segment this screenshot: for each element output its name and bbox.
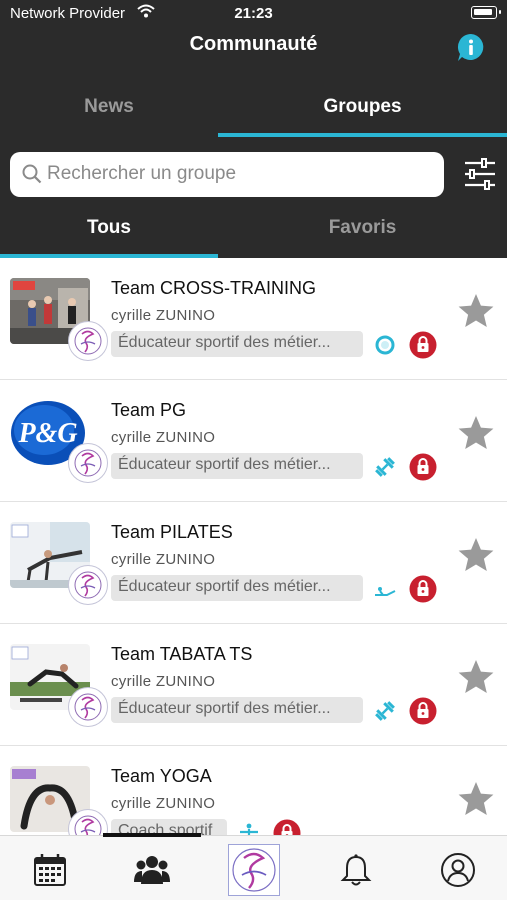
search-input[interactable]: Rechercher un groupe — [10, 152, 444, 197]
lock-icon — [409, 697, 437, 725]
group-row[interactable]: Team CROSS-TRAINING cyrille ZUNINO Éduca… — [0, 258, 507, 380]
search-icon — [22, 164, 42, 190]
lock-icon — [409, 453, 437, 481]
battery-icon — [471, 6, 501, 19]
app-logo-icon — [68, 687, 108, 727]
page-title: Communauté — [189, 33, 318, 55]
group-filter-tabs: Tous Favoris — [0, 210, 507, 256]
sliders-icon — [465, 158, 495, 190]
filter-button[interactable] — [463, 156, 497, 192]
ring-icon — [373, 333, 397, 357]
group-owner: cyrille ZUNINO — [111, 429, 216, 446]
main-tabs: News Groupes — [0, 86, 507, 138]
group-category: Éducateur sportif des métier... — [111, 575, 363, 601]
group-name: Team PILATES — [111, 522, 233, 542]
tabbar-profile[interactable] — [440, 852, 476, 888]
info-button[interactable] — [455, 32, 487, 64]
status-bar: Network Provider 21:23 — [0, 0, 507, 28]
group-name: Team CROSS-TRAINING — [111, 278, 317, 298]
app-logo-icon — [68, 321, 108, 361]
app-logo-icon — [68, 443, 108, 483]
lock-icon — [409, 331, 437, 359]
group-category: Éducateur sportif des métier... — [111, 453, 363, 479]
dumbbell-icon — [373, 455, 397, 479]
tabbar-active-indicator — [103, 833, 201, 837]
tabbar-notifications[interactable] — [338, 852, 374, 888]
favorite-star-button[interactable] — [457, 414, 495, 452]
bell-icon — [340, 854, 372, 886]
app-logo-icon — [68, 809, 108, 835]
app-logo-icon — [232, 848, 276, 892]
group-owner: cyrille ZUNINO — [111, 551, 216, 568]
clock: 21:23 — [234, 5, 273, 22]
star-icon — [458, 660, 494, 693]
star-icon — [458, 416, 494, 449]
group-owner: cyrille ZUNINO — [111, 673, 216, 690]
community-icon — [134, 856, 170, 884]
app-logo-icon — [68, 565, 108, 605]
star-icon — [458, 538, 494, 571]
top-header: Network Provider 21:23 Communauté News G… — [0, 0, 507, 258]
subtab-favoris[interactable]: Favoris — [218, 210, 507, 254]
bottom-tab-bar — [0, 833, 507, 900]
tabbar-calendar[interactable] — [32, 852, 68, 888]
lock-icon — [409, 575, 437, 603]
tab-groupes[interactable]: Groupes — [218, 86, 507, 138]
tab-active-indicator — [218, 133, 507, 137]
star-icon — [458, 294, 494, 327]
pg-logo-text: P&G — [17, 418, 77, 449]
pilates-icon — [373, 577, 397, 601]
yoga-icon — [237, 821, 261, 835]
group-row[interactable]: Team TABATA TS cyrille ZUNINO Éducateur … — [0, 624, 507, 746]
group-owner: cyrille ZUNINO — [111, 795, 216, 812]
group-category: Éducateur sportif des métier... — [111, 331, 363, 357]
lock-icon — [273, 819, 301, 835]
tabbar-home[interactable] — [228, 844, 280, 896]
tabbar-community[interactable] — [134, 852, 170, 888]
info-icon — [457, 33, 484, 61]
group-category: Éducateur sportif des métier... — [111, 697, 363, 723]
favorite-star-button[interactable] — [457, 658, 495, 696]
group-name: Team PG — [111, 400, 187, 420]
group-name: Team TABATA TS — [111, 644, 253, 664]
favorite-star-button[interactable] — [457, 536, 495, 574]
star-icon — [458, 782, 494, 815]
subtab-tous[interactable]: Tous — [0, 210, 218, 254]
group-name: Team YOGA — [111, 766, 212, 786]
group-list: Team CROSS-TRAINING cyrille ZUNINO Éduca… — [0, 258, 507, 835]
profile-icon — [441, 853, 475, 887]
favorite-star-button[interactable] — [457, 780, 495, 818]
calendar-icon — [34, 854, 66, 886]
group-row[interactable]: Team YOGA cyrille ZUNINO Coach sportif — [0, 746, 507, 835]
tab-news[interactable]: News — [0, 86, 218, 138]
dumbbell-icon — [373, 699, 397, 723]
group-owner: cyrille ZUNINO — [111, 307, 216, 324]
group-row[interactable]: Team PILATES cyrille ZUNINO Éducateur sp… — [0, 502, 507, 624]
group-row[interactable]: P&G Team PG cyrille ZUNINO Éducateur spo… — [0, 380, 507, 502]
search-placeholder: Rechercher un groupe — [47, 163, 237, 184]
favorite-star-button[interactable] — [457, 292, 495, 330]
